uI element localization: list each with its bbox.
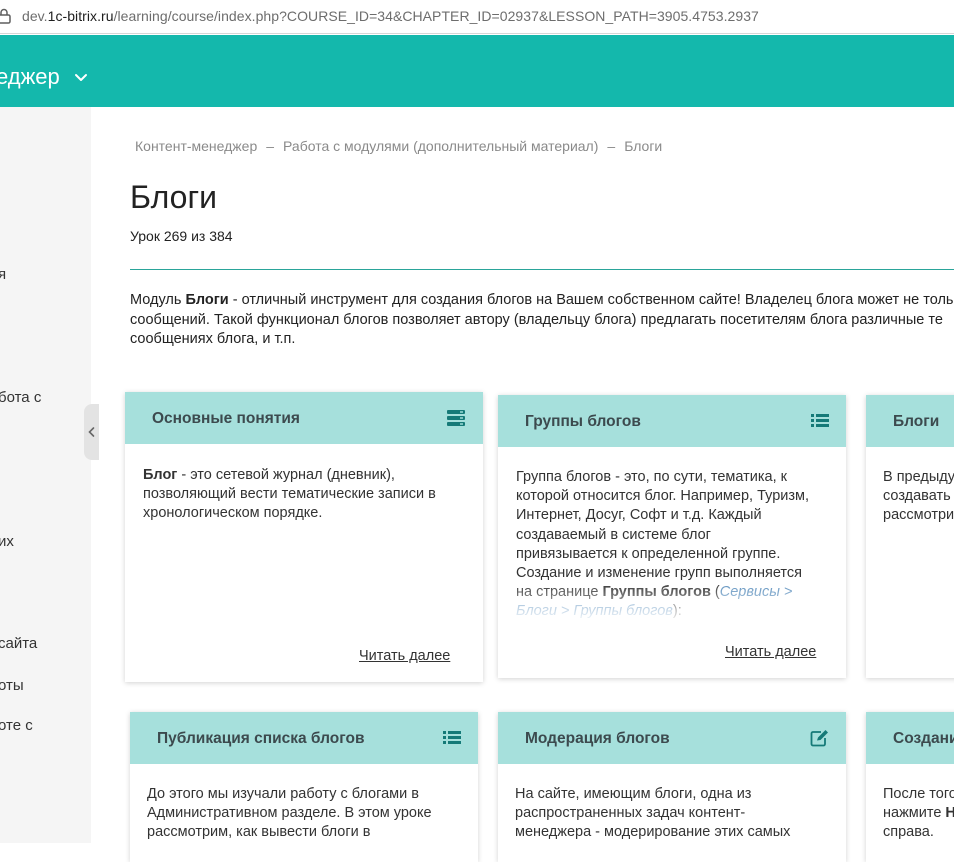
course-header: еджер <box>0 35 954 107</box>
card-header: Создани <box>866 712 954 764</box>
chevron-down-icon[interactable] <box>73 71 89 85</box>
list-icon <box>443 731 461 744</box>
card-header: Группы блогов <box>498 395 846 447</box>
card-header: Публикация списка блогов <box>130 712 478 764</box>
sidebar-item[interactable]: бота с <box>0 389 41 406</box>
read-more-link[interactable]: Читать далее <box>359 648 450 664</box>
breadcrumb-separator: – <box>607 138 616 154</box>
topic-card[interactable]: Публикация списка блогов До этого мы изу… <box>130 712 478 862</box>
card-text: В предыду создавать рассмотри <box>883 469 954 524</box>
card-title[interactable]: Основные понятия <box>152 410 300 428</box>
card-text: Группа блогов - это, по сути, тематика, … <box>516 468 816 624</box>
intro-text: Модуль Блоги - отличный инструмент для с… <box>130 292 954 347</box>
topic-card[interactable]: Группы блогов Группа блогов - это, по су… <box>498 395 846 678</box>
sidebar-item[interactable]: оты <box>0 677 24 694</box>
sidebar-collapse-button[interactable] <box>84 404 99 460</box>
card-title[interactable]: Модерация блогов <box>525 730 670 748</box>
breadcrumb-separator: – <box>266 138 275 154</box>
lock-icon <box>0 8 11 24</box>
page-title: Блоги <box>130 179 218 215</box>
card-title[interactable]: Создани <box>893 730 954 748</box>
address-bar[interactable]: dev.1c-bitrix.ru/learning/course/index.p… <box>0 0 954 34</box>
card-title[interactable]: Публикация списка блогов <box>157 730 364 748</box>
course-sidebar: я бота с их сайта оты оте с <box>0 107 91 843</box>
card-header: Основные понятия <box>125 392 483 444</box>
breadcrumb-item[interactable]: Контент-менеджер <box>135 138 257 154</box>
lesson-counter: Урок 269 из 384 <box>130 228 233 244</box>
card-text: На сайте, имеющим блоги, одна из распрос… <box>515 786 791 841</box>
card-header: Модерация блогов <box>498 712 846 764</box>
divider <box>130 269 954 270</box>
topic-card[interactable]: Блоги В предыду создавать рассмотри <box>866 395 954 678</box>
breadcrumb-item[interactable]: Работа с модулями (дополнительный матери… <box>283 138 598 154</box>
url-text[interactable]: dev.1c-bitrix.ru/learning/course/index.p… <box>22 8 759 24</box>
card-title[interactable]: Группы блогов <box>525 413 641 431</box>
chevron-left-icon <box>88 427 95 437</box>
read-more-link[interactable]: Читать далее <box>725 644 816 660</box>
server-icon <box>447 410 465 426</box>
card-text: До этого мы изучали работу с блогами в А… <box>147 786 432 841</box>
list-icon <box>811 414 829 427</box>
course-title[interactable]: еджер <box>0 64 60 90</box>
sidebar-item[interactable]: сайта <box>0 635 37 652</box>
card-text: После того нажмите Н справа. <box>883 786 954 841</box>
edit-icon <box>810 730 828 747</box>
topic-card[interactable]: Создани После того нажмите Н справа. <box>866 712 954 862</box>
card-title[interactable]: Блоги <box>893 413 939 431</box>
breadcrumb-item-current[interactable]: Блоги <box>624 138 662 154</box>
breadcrumb: Контент-менеджер – Работа с модулями (допо… <box>135 138 662 154</box>
sidebar-item[interactable]: я <box>0 266 6 283</box>
sidebar-item[interactable]: их <box>0 533 14 550</box>
topic-card[interactable]: Модерация блогов На сайте, имеющим блоги… <box>498 712 846 862</box>
sidebar-item[interactable]: оте с <box>0 717 33 734</box>
topic-card[interactable]: Основные понятия Блог - это сетевой журн… <box>125 392 483 682</box>
card-text: Блог - это сетевой журнал (дневник), поз… <box>143 467 436 522</box>
card-header: Блоги <box>866 395 954 447</box>
